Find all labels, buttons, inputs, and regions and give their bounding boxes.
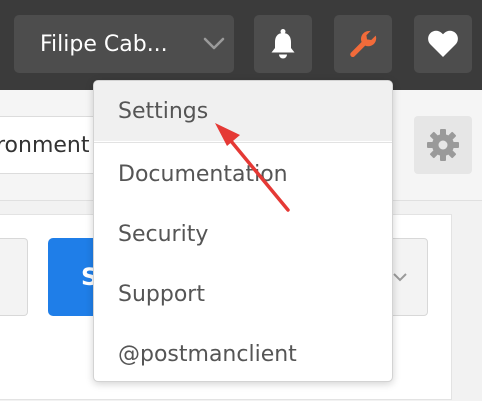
chevron-down-icon (194, 15, 234, 73)
chevron-down-icon (393, 273, 407, 282)
menu-item-settings[interactable]: Settings (94, 81, 392, 141)
environment-settings-button[interactable] (414, 116, 472, 174)
gear-icon (427, 129, 459, 161)
user-menu-button[interactable]: Filipe Cab... (14, 15, 234, 73)
method-select[interactable] (0, 238, 28, 316)
menu-item-postmanclient[interactable]: @postmanclient (94, 324, 392, 381)
settings-wrench-button[interactable] (334, 15, 392, 73)
environment-label: ronment (0, 132, 90, 158)
wrench-icon (350, 30, 377, 57)
settings-dropdown-menu: Settings Documentation Security Support … (93, 80, 393, 382)
notifications-button[interactable] (254, 15, 312, 73)
heart-icon (428, 30, 458, 57)
favorites-button[interactable] (414, 15, 472, 73)
user-name: Filipe Cab... (40, 31, 168, 57)
top-header: Filipe Cab... (0, 0, 482, 90)
menu-item-support[interactable]: Support (94, 264, 392, 324)
menu-divider (94, 142, 392, 143)
bell-icon (271, 29, 295, 59)
menu-item-documentation[interactable]: Documentation (94, 144, 392, 204)
menu-item-security[interactable]: Security (94, 204, 392, 264)
